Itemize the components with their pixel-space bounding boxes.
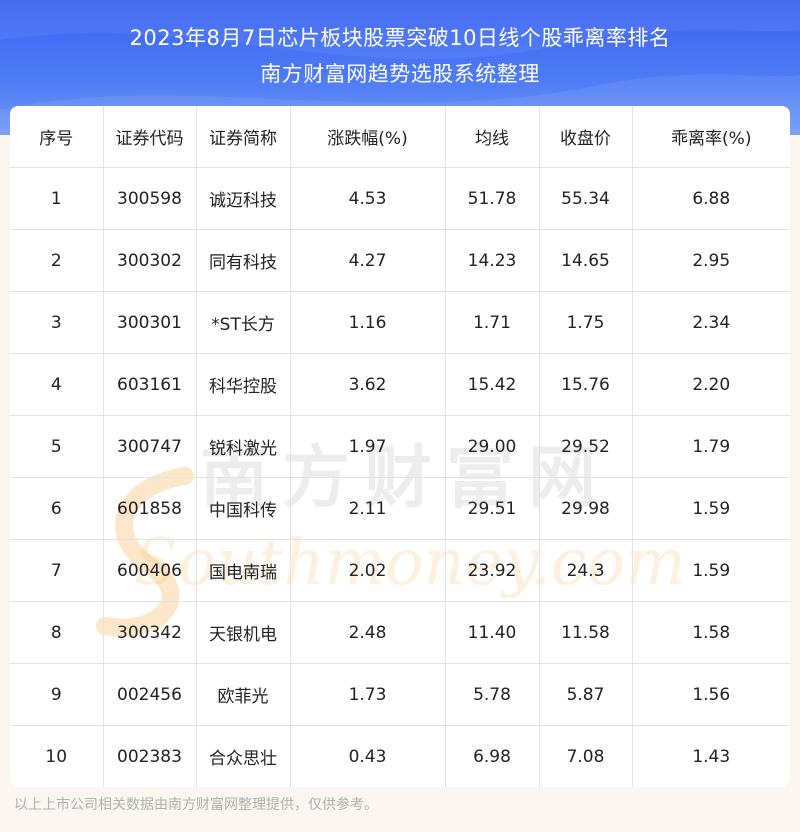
table-row: 3 300301 *ST长方 1.16 1.71 1.75 2.34 [10, 291, 790, 354]
column-header-close: 收盘价 [539, 106, 633, 168]
cell-change: 2.48 [290, 601, 446, 664]
cell-rank: 8 [10, 601, 104, 664]
table-header-row: 序号 证券代码 证券简称 涨跌幅(%) 均线 收盘价 乖离率(%) [10, 106, 790, 168]
cell-close: 5.87 [539, 663, 633, 726]
cell-code: 600406 [103, 539, 197, 602]
cell-name: 诚迈科技 [196, 167, 291, 230]
cell-name: 合众思壮 [196, 725, 291, 787]
cell-code: 300301 [103, 291, 197, 354]
cell-close: 7.08 [539, 725, 633, 787]
cell-change: 3.62 [290, 353, 446, 416]
table-row: 6 601858 中国科传 2.11 29.51 29.98 1.59 [10, 477, 790, 540]
cell-name: 同有科技 [196, 229, 291, 292]
cell-bias: 1.59 [632, 477, 790, 540]
cell-name: 中国科传 [196, 477, 291, 540]
cell-bias: 1.79 [632, 415, 790, 478]
cell-close: 1.75 [539, 291, 633, 354]
cell-ma: 15.42 [445, 353, 540, 416]
table-row: 10 002383 合众思壮 0.43 6.98 7.08 1.43 [10, 725, 790, 787]
cell-close: 55.34 [539, 167, 633, 230]
cell-rank: 3 [10, 291, 104, 354]
cell-bias: 6.88 [632, 167, 790, 230]
cell-code: 300747 [103, 415, 197, 478]
column-header-bias: 乖离率(%) [632, 106, 790, 168]
cell-name: 科华控股 [196, 353, 291, 416]
cell-ma: 5.78 [445, 663, 540, 726]
table-row: 5 300747 锐科激光 1.97 29.00 29.52 1.79 [10, 415, 790, 478]
cell-name: 国电南瑞 [196, 539, 291, 602]
column-header-rank: 序号 [10, 106, 104, 168]
cell-change: 4.27 [290, 229, 446, 292]
column-header-ma: 均线 [445, 106, 540, 168]
table-row: 9 002456 欧菲光 1.73 5.78 5.87 1.56 [10, 663, 790, 726]
source-footnote: 以上上市公司相关数据由南方财富网整理提供，仅供参考。 [14, 797, 378, 813]
table-row: 2 300302 同有科技 4.27 14.23 14.65 2.95 [10, 229, 790, 292]
cell-close: 15.76 [539, 353, 633, 416]
table-card: 南方财富网 Southmoney.com 序号 证券代码 证券简称 涨跌幅(%)… [10, 106, 790, 787]
table-row: 4 603161 科华控股 3.62 15.42 15.76 2.20 [10, 353, 790, 416]
cell-change: 4.53 [290, 167, 446, 230]
cell-close: 14.65 [539, 229, 633, 292]
cell-ma: 23.92 [445, 539, 540, 602]
cell-close: 11.58 [539, 601, 633, 664]
cell-name: 欧菲光 [196, 663, 291, 726]
cell-name: *ST长方 [196, 291, 291, 354]
cell-name: 锐科激光 [196, 415, 291, 478]
cell-code: 300302 [103, 229, 197, 292]
cell-change: 2.02 [290, 539, 446, 602]
cell-ma: 29.51 [445, 477, 540, 540]
cell-change: 1.73 [290, 663, 446, 726]
cell-rank: 4 [10, 353, 104, 416]
cell-ma: 1.71 [445, 291, 540, 354]
cell-rank: 7 [10, 539, 104, 602]
cell-name: 天银机电 [196, 601, 291, 664]
cell-change: 0.43 [290, 725, 446, 787]
cell-code: 601858 [103, 477, 197, 540]
cell-change: 1.97 [290, 415, 446, 478]
cell-rank: 5 [10, 415, 104, 478]
cell-ma: 51.78 [445, 167, 540, 230]
cell-bias: 2.20 [632, 353, 790, 416]
cell-code: 300598 [103, 167, 197, 230]
cell-close: 24.3 [539, 539, 633, 602]
cell-close: 29.52 [539, 415, 633, 478]
cell-rank: 10 [10, 725, 104, 787]
column-header-change: 涨跌幅(%) [290, 106, 446, 168]
table-row: 7 600406 国电南瑞 2.02 23.92 24.3 1.59 [10, 539, 790, 602]
page-subtitle: 南方财富网趋势选股系统整理 [260, 62, 540, 86]
column-header-name: 证券简称 [196, 106, 291, 168]
cell-rank: 1 [10, 167, 104, 230]
stock-table: 序号 证券代码 证券简称 涨跌幅(%) 均线 收盘价 乖离率(%) 1 3005… [10, 106, 790, 787]
cell-code: 002456 [103, 663, 197, 726]
cell-rank: 2 [10, 229, 104, 292]
cell-bias: 1.43 [692, 746, 731, 767]
cell-rank: 9 [10, 663, 104, 726]
cell-ma: 6.98 [445, 725, 540, 787]
cell-code: 300342 [103, 601, 197, 664]
cell-ma: 29.00 [445, 415, 540, 478]
table-row: 8 300342 天银机电 2.48 11.40 11.58 1.58 [10, 601, 790, 664]
cell-rank: 6 [10, 477, 104, 540]
cell-bias: 2.95 [632, 229, 790, 292]
column-header-code: 证券代码 [103, 106, 197, 168]
cell-bias: 1.56 [632, 663, 790, 726]
cell-bias: 2.34 [632, 291, 790, 354]
cell-change: 2.11 [290, 477, 446, 540]
cell-code: 002383 [103, 725, 197, 787]
cell-close: 29.98 [539, 477, 633, 540]
cell-code: 603161 [103, 353, 197, 416]
cell-bias: 1.59 [632, 539, 790, 602]
cell-change: 1.16 [290, 291, 446, 354]
page-title: 2023年8月7日芯片板块股票突破10日线个股乖离率排名 [129, 26, 671, 50]
cell-ma: 11.40 [445, 601, 540, 664]
cell-ma: 14.23 [445, 229, 540, 292]
table-row: 1 300598 诚迈科技 4.53 51.78 55.34 6.88 [10, 167, 790, 230]
cell-bias: 1.58 [632, 601, 790, 664]
